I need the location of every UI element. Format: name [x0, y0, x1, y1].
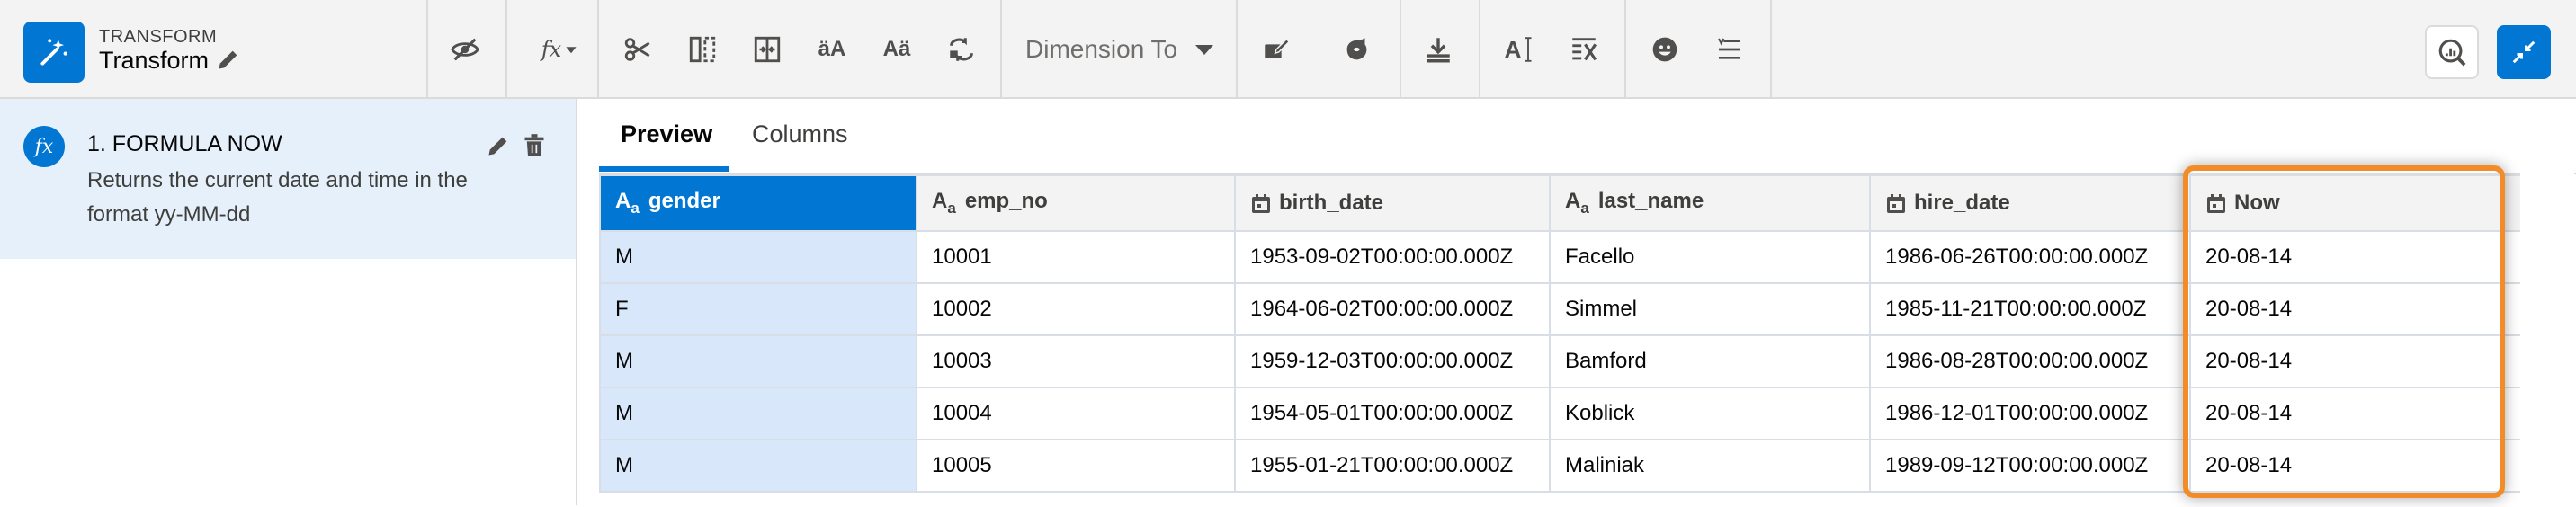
emoji-icon[interactable] [1642, 27, 1687, 72]
cell-now[interactable]: 20-08-14 [2189, 230, 2522, 284]
cell-hire-date[interactable]: 1989-09-12T00:00:00.000Z [1869, 439, 2191, 493]
cell-gender[interactable]: M [599, 439, 917, 493]
cell-last-name[interactable]: Simmel [1549, 282, 1871, 336]
cell-now[interactable]: 20-08-14 [2189, 282, 2522, 336]
cell-now[interactable]: 20-08-14 [2189, 387, 2522, 440]
pencil-icon[interactable] [486, 133, 511, 163]
uppercase-icon[interactable]: Aä [874, 27, 919, 72]
table-row: M 10003 1959-12-03T00:00:00.000Z Bamford… [599, 334, 2522, 388]
edit-attributes-icon[interactable] [1254, 27, 1299, 72]
cell-hire-date[interactable]: 1986-08-28T00:00:00.000Z [1869, 334, 2191, 388]
cell-birth-date[interactable]: 1959-12-03T00:00:00.000Z [1234, 334, 1551, 388]
cell-last-name[interactable]: Bamford [1549, 334, 1871, 388]
column-split-icon[interactable] [680, 27, 725, 72]
dimension-select-label: Dimension To [1025, 35, 1178, 63]
text-type-icon: Aa [932, 189, 956, 217]
sentiment-icon[interactable] [1335, 27, 1380, 72]
magic-wand-icon [23, 22, 85, 83]
tab-active-indicator [599, 166, 729, 172]
column-header-emp-no[interactable]: Aa emp_no [916, 174, 1236, 232]
remove-columns-icon[interactable] [1561, 27, 1606, 72]
step-title: 1. FORMULA NOW [87, 131, 282, 156]
step-description: Returns the current date and time in the… [87, 168, 468, 227]
cell-emp-no[interactable]: 10004 [916, 387, 1236, 440]
toolbar-divider [1236, 0, 1238, 97]
column-header-last-name[interactable]: Aa last_name [1549, 174, 1871, 232]
cell-emp-no[interactable]: 10005 [916, 439, 1236, 493]
data-grid: Aa gender Aa emp_no birth_date Aa last_name… [599, 173, 2576, 507]
list-icon[interactable] [1707, 27, 1752, 72]
tab-preview[interactable]: Preview [621, 120, 712, 148]
formula-step-icon: fx [23, 126, 65, 167]
cell-birth-date[interactable]: 1954-05-01T00:00:00.000Z [1234, 387, 1551, 440]
toolbar-divider [505, 0, 507, 97]
hide-icon[interactable] [443, 27, 487, 72]
calendar-icon [1252, 193, 1270, 213]
cell-last-name[interactable]: Facello [1549, 230, 1871, 284]
cell-birth-date[interactable]: 1964-06-02T00:00:00.000Z [1234, 282, 1551, 336]
table-row: F 10002 1964-06-02T00:00:00.000Z Simmel … [599, 282, 2522, 336]
column-header-now[interactable]: Now [2189, 174, 2522, 232]
dimension-select[interactable]: Dimension To [1025, 27, 1215, 72]
calendar-icon [1887, 193, 1905, 213]
cell-now[interactable]: 20-08-14 [2189, 334, 2522, 388]
preview-data-button[interactable] [2425, 25, 2479, 79]
table-row: M 10004 1954-05-01T00:00:00.000Z Koblick… [599, 387, 2522, 440]
column-header-gender[interactable]: Aa gender [599, 174, 917, 232]
grid-scroll-area[interactable] [2520, 173, 2574, 505]
toolbar-divider [597, 0, 599, 97]
app-title: Transform [99, 47, 210, 74]
app-kicker: TRANSFORM [99, 27, 218, 47]
toolbar-divider [1400, 0, 1401, 97]
toolbar: TRANSFORM Transform fx äA Aä Dimension T… [0, 0, 2576, 99]
chevron-down-icon [1195, 45, 1214, 55]
cell-gender[interactable]: M [599, 387, 917, 440]
formula-icon[interactable]: fx [532, 27, 586, 72]
flatten-icon[interactable] [745, 27, 790, 72]
toolbar-divider [1000, 0, 1002, 97]
step-card[interactable]: fx 1. FORMULA NOW Returns the current da… [0, 99, 576, 259]
search-chart-icon [2438, 39, 2466, 67]
cell-hire-date[interactable]: 1986-12-01T00:00:00.000Z [1869, 387, 2191, 440]
collapse-icon [2512, 40, 2536, 64]
steps-panel: fx 1. FORMULA NOW Returns the current da… [0, 99, 577, 505]
text-type-icon: Aa [1565, 189, 1589, 217]
calendar-icon [2207, 193, 2225, 213]
toolbar-divider [1624, 0, 1626, 97]
toolbar-divider [426, 0, 428, 97]
table-row: M 10005 1955-01-21T00:00:00.000Z Malinia… [599, 439, 2522, 493]
cell-emp-no[interactable]: 10003 [916, 334, 1236, 388]
cell-now[interactable]: 20-08-14 [2189, 439, 2522, 493]
cell-last-name[interactable]: Maliniak [1549, 439, 1871, 493]
cell-emp-no[interactable]: 10002 [916, 282, 1236, 336]
cell-emp-no[interactable]: 10001 [916, 230, 1236, 284]
header-row: Aa gender Aa emp_no birth_date Aa last_name… [599, 174, 2522, 232]
lowercase-icon[interactable]: äA [809, 27, 854, 72]
collapse-button[interactable] [2497, 25, 2551, 79]
toolbar-divider [1479, 0, 1480, 97]
text-type-icon: Aa [615, 189, 640, 217]
tab-columns[interactable]: Columns [752, 120, 848, 148]
cell-gender[interactable]: M [599, 230, 917, 284]
cell-last-name[interactable]: Koblick [1549, 387, 1871, 440]
column-header-hire-date[interactable]: hire_date [1869, 174, 2191, 232]
text-cursor-icon[interactable]: A [1497, 27, 1542, 72]
cell-hire-date[interactable]: 1985-11-21T00:00:00.000Z [1869, 282, 2191, 336]
split-icon[interactable] [615, 27, 660, 72]
table-row: M 10001 1953-09-02T00:00:00.000Z Facello… [599, 230, 2522, 284]
cell-birth-date[interactable]: 1953-09-02T00:00:00.000Z [1234, 230, 1551, 284]
toolbar-divider [1770, 0, 1772, 97]
trash-icon[interactable] [522, 133, 547, 163]
pencil-icon[interactable] [216, 47, 241, 76]
cell-gender[interactable]: F [599, 282, 917, 336]
column-header-birth-date[interactable]: birth_date [1234, 174, 1551, 232]
download-icon[interactable] [1416, 27, 1461, 72]
cell-gender[interactable]: M [599, 334, 917, 388]
cell-hire-date[interactable]: 1986-06-26T00:00:00.000Z [1869, 230, 2191, 284]
swap-icon[interactable] [939, 27, 984, 72]
cell-birth-date[interactable]: 1955-01-21T00:00:00.000Z [1234, 439, 1551, 493]
